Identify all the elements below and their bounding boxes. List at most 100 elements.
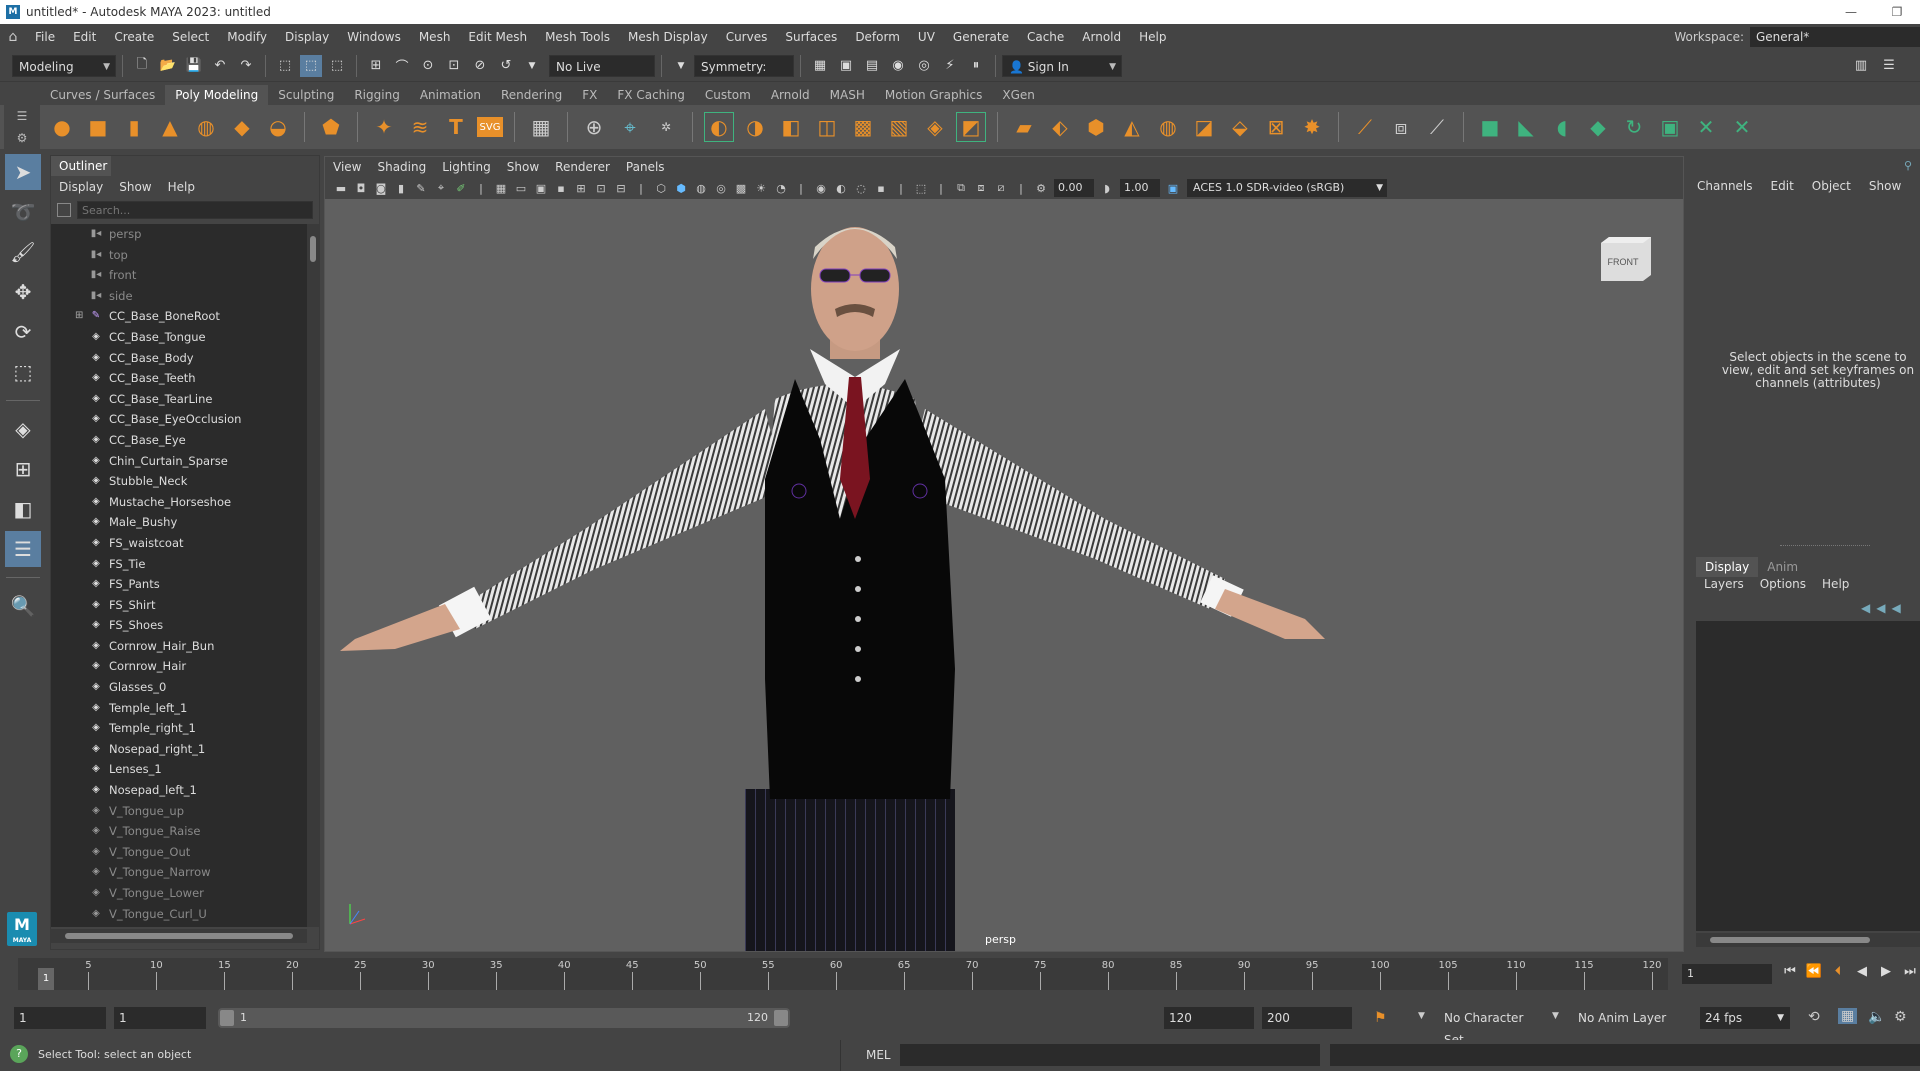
outliner-item[interactable]: ◈ Temple_left_1: [51, 698, 307, 719]
menu-edit[interactable]: Edit: [64, 30, 105, 44]
menu-mesh-tools[interactable]: Mesh Tools: [536, 30, 619, 44]
search-icon[interactable]: 🔍: [5, 588, 41, 624]
poly-cone-icon[interactable]: ▲: [155, 112, 185, 142]
menu-uv[interactable]: UV: [909, 30, 944, 44]
outliner-item[interactable]: ◈ V_Tongue_Lower: [51, 883, 307, 904]
circularize-icon[interactable]: ✸: [1297, 112, 1327, 142]
poly-torus-icon[interactable]: ◍: [191, 112, 221, 142]
text-tool-icon[interactable]: T: [441, 112, 471, 142]
paint-select-tool-icon[interactable]: 🖌: [5, 234, 41, 270]
outliner-item[interactable]: ◈ FS_Shirt: [51, 595, 307, 616]
viewport-menu-renderer[interactable]: Renderer: [547, 160, 618, 174]
poly-sphere-icon[interactable]: ●: [47, 112, 77, 142]
layer-tab-display[interactable]: Display: [1696, 557, 1759, 577]
open-scene-icon[interactable]: 📂: [157, 55, 179, 77]
select-highlight-icon[interactable]: ⬚: [912, 179, 930, 197]
outliner-item[interactable]: ◈ V_Tongue_Out: [51, 842, 307, 863]
restore-icon[interactable]: ❐: [1874, 0, 1920, 24]
shelf-menu-icon[interactable]: ☰: [17, 109, 28, 123]
render-settings-icon[interactable]: ◉: [887, 55, 909, 77]
outliner-item[interactable]: ◈ Nosepad_right_1: [51, 739, 307, 760]
two-pane-layout-icon[interactable]: ◧: [5, 491, 41, 527]
layer-menu-layers[interactable]: Layers: [1696, 577, 1752, 597]
layer-tab-anim[interactable]: Anim: [1758, 557, 1807, 577]
anti-aliasing-icon[interactable]: ⧄: [992, 179, 1010, 197]
isolate-select-icon[interactable]: ◉: [812, 179, 830, 197]
outliner-layout-icon[interactable]: ☰: [5, 531, 41, 567]
gamma-field[interactable]: 1.00: [1120, 179, 1160, 197]
outliner-item[interactable]: ◈ FS_Shoes: [51, 615, 307, 636]
resolution-gate-icon[interactable]: ▣: [532, 179, 550, 197]
scrollbar-thumb[interactable]: [310, 236, 316, 262]
pause-icon[interactable]: ⏸: [965, 55, 987, 77]
spiral-icon[interactable]: ≋: [405, 112, 435, 142]
menuset-dropdown[interactable]: Modeling ▼: [12, 54, 116, 77]
audio-icon[interactable]: 🔈: [1868, 1009, 1885, 1025]
make-hole-icon[interactable]: ◪: [1189, 112, 1219, 142]
chevron-down-icon[interactable]: ▼: [1418, 1011, 1425, 1021]
outliner-item[interactable]: ▮◂ persp: [51, 224, 307, 245]
ipr-render-icon[interactable]: ▤: [861, 55, 883, 77]
xray-joints-icon[interactable]: ◌: [852, 179, 870, 197]
reduce-icon[interactable]: ▧: [884, 112, 914, 142]
shelf-tab-fx[interactable]: FX: [572, 85, 607, 105]
layer-menu-help[interactable]: Help: [1814, 577, 1857, 597]
outliner-item[interactable]: ◈ CC_Base_Body: [51, 348, 307, 369]
panel-layout-icon[interactable]: ▥: [1850, 55, 1872, 77]
playback-end-field[interactable]: 120: [1164, 1007, 1254, 1029]
outliner-item[interactable]: ◈ Glasses_0: [51, 677, 307, 698]
outliner-tab[interactable]: Outliner: [51, 156, 111, 176]
outliner-horizontal-scrollbar[interactable]: [51, 929, 307, 943]
outliner-item[interactable]: ◈ CC_Base_TearLine: [51, 389, 307, 410]
select-tool-icon[interactable]: ➤: [5, 154, 41, 190]
move-tool-icon[interactable]: ✥: [5, 274, 41, 310]
hypershade-icon[interactable]: ◎: [913, 55, 935, 77]
play-forward-icon[interactable]: ▶: [1874, 964, 1898, 979]
range-slider-bar[interactable]: 1 120: [218, 1008, 790, 1028]
bookmark-icon[interactable]: ◙: [372, 179, 390, 197]
combine-icon[interactable]: ◐: [704, 112, 734, 142]
poly-cube-icon[interactable]: ■: [83, 112, 113, 142]
color-management-icon[interactable]: ▣: [1164, 179, 1182, 197]
single-perspective-layout-icon[interactable]: ◈: [5, 411, 41, 447]
select-object-icon[interactable]: ⬚: [300, 54, 322, 77]
gamma-icon[interactable]: ◗: [1098, 179, 1116, 197]
freeze-transform-icon[interactable]: ⌖: [615, 112, 645, 142]
filter-icon[interactable]: [57, 203, 71, 217]
step-back-key-icon[interactable]: ⏴: [1826, 964, 1850, 979]
outliner-item[interactable]: ⊞ ✎ CC_Base_BoneRoot: [51, 306, 307, 327]
shelf-tab-rendering[interactable]: Rendering: [491, 85, 572, 105]
lasso-tool-icon[interactable]: ➰: [5, 194, 41, 230]
loop-icon[interactable]: ⟲: [1808, 1009, 1820, 1025]
outliner-item[interactable]: ◈ Cornrow_Hair: [51, 656, 307, 677]
outliner-item[interactable]: ◈ Male_Bushy: [51, 512, 307, 533]
help-icon[interactable]: ?: [10, 1045, 28, 1063]
menu-select[interactable]: Select: [163, 30, 218, 44]
fill-hole-icon[interactable]: ◍: [1153, 112, 1183, 142]
shelf-tab-mash[interactable]: MASH: [820, 85, 875, 105]
shelf-tab-animation[interactable]: Animation: [410, 85, 491, 105]
four-view-layout-icon[interactable]: ⊞: [5, 451, 41, 487]
outliner-item[interactable]: ◈ Cornrow_Hair_Bun: [51, 636, 307, 657]
scrollbar-thumb[interactable]: [65, 933, 293, 939]
outliner-item[interactable]: ◈ V_Tongue_Narrow: [51, 862, 307, 883]
outliner-item[interactable]: ◈ FS_Pants: [51, 574, 307, 595]
outliner-search-input[interactable]: [77, 201, 313, 219]
menu-curves[interactable]: Curves: [717, 30, 777, 44]
outliner-item[interactable]: ◈ CC_Base_Tongue: [51, 327, 307, 348]
menu-deform[interactable]: Deform: [846, 30, 909, 44]
wireframe-icon[interactable]: ⬡: [652, 179, 670, 197]
anim-layer-dropdown[interactable]: No Anim Layer: [1570, 1007, 1680, 1029]
reset-transform-icon[interactable]: ✲: [651, 112, 681, 142]
shelf-tab-sculpting[interactable]: Sculpting: [268, 85, 344, 105]
current-frame-marker[interactable]: 1: [38, 968, 54, 990]
outliner-item[interactable]: ◈ Chin_Curtain_Sparse: [51, 451, 307, 472]
xray-active-icon[interactable]: ▪: [872, 179, 890, 197]
shadows-icon[interactable]: ☀: [752, 179, 770, 197]
symmetry-field[interactable]: Symmetry: Off: [694, 54, 794, 96]
boolean-icon[interactable]: ◫: [812, 112, 842, 142]
viewport-menu-panels[interactable]: Panels: [618, 160, 673, 174]
poke-icon[interactable]: ⬙: [1225, 112, 1255, 142]
outliner-item[interactable]: ◈ CC_Base_Eye: [51, 430, 307, 451]
type-grid-icon[interactable]: ▦: [526, 112, 556, 142]
